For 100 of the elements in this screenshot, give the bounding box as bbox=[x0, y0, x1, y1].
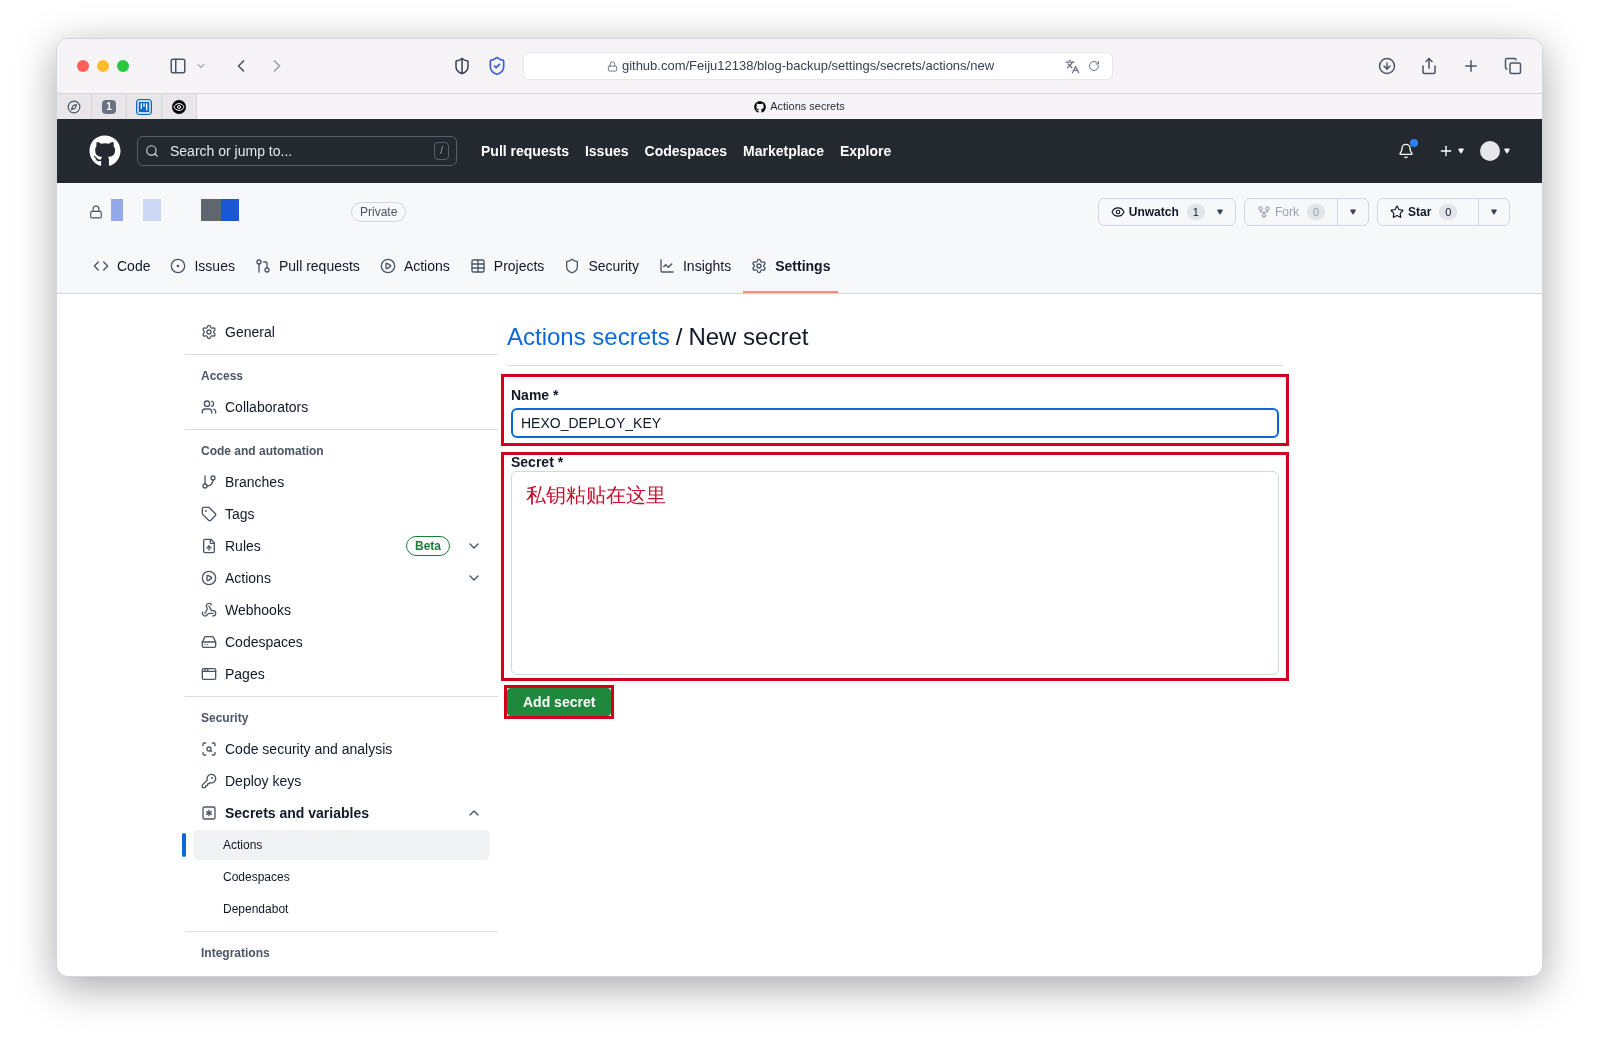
shortcut-key: / bbox=[434, 142, 449, 160]
shield-icon[interactable] bbox=[453, 57, 471, 75]
address-bar[interactable]: github.com/Feiju12138/blog-backup/settings/secrets/actions/new bbox=[523, 52, 1113, 80]
sidebar-item[interactable]: Pages bbox=[185, 658, 498, 690]
download-icon[interactable] bbox=[1378, 57, 1396, 75]
line-chart-icon bbox=[658, 258, 675, 274]
field-label: Name * bbox=[511, 386, 560, 405]
settings-icon bbox=[201, 324, 217, 340]
share-icon[interactable] bbox=[1420, 57, 1438, 75]
repo-action-button[interactable]: Star 0 bbox=[1378, 199, 1478, 225]
nav-link[interactable]: Explore bbox=[839, 140, 892, 162]
repo-action-button[interactable]: Unwatch 1 bbox=[1098, 199, 1235, 225]
drive-icon bbox=[201, 634, 217, 650]
repo-tab[interactable]: Issues bbox=[162, 241, 243, 293]
people-icon bbox=[201, 399, 217, 415]
shield-icon bbox=[564, 258, 581, 274]
caret-icon bbox=[1216, 209, 1223, 215]
file-upload-icon bbox=[201, 538, 217, 554]
github-logo-icon[interactable] bbox=[89, 135, 121, 167]
avatar-button[interactable] bbox=[1480, 141, 1510, 161]
sidebar-item[interactable]: Webhooks bbox=[185, 594, 498, 626]
pinned-tab[interactable] bbox=[127, 93, 162, 120]
repo-tab[interactable]: Actions bbox=[371, 241, 458, 293]
breadcrumb-separator: / bbox=[675, 322, 683, 352]
count-badge: 0 bbox=[1439, 203, 1458, 221]
create-button[interactable] bbox=[1438, 143, 1464, 159]
sidebar-item[interactable]: Actions bbox=[185, 562, 498, 594]
eye-icon bbox=[1110, 205, 1125, 219]
new-tab-icon[interactable] bbox=[1462, 57, 1480, 75]
sidebar-subitem[interactable]: Actions bbox=[193, 830, 490, 860]
sidebar-item[interactable]: Rules Beta bbox=[185, 530, 498, 562]
url-text: github.com/Feiju12138/blog-backup/settings/secrets/actions/new bbox=[621, 57, 995, 76]
secret-field[interactable]: 私钥粘贴在这里 bbox=[511, 471, 1279, 675]
lock-icon bbox=[89, 205, 103, 219]
caret-icon bbox=[1504, 148, 1510, 154]
star-icon bbox=[1390, 205, 1404, 219]
reload-icon[interactable] bbox=[1088, 60, 1100, 72]
add-secret-button[interactable]: Add secret bbox=[507, 688, 612, 716]
caret-icon bbox=[1350, 209, 1356, 215]
sidebar-icon[interactable] bbox=[169, 57, 187, 75]
sidebar-subitem[interactable]: Codespaces bbox=[193, 862, 490, 892]
nav-link[interactable]: Marketplace bbox=[743, 140, 824, 162]
scan-icon bbox=[201, 741, 217, 757]
breadcrumb-link[interactable]: Actions secrets bbox=[507, 319, 670, 355]
name-field[interactable]: HEXO_DEPLOY_KEY bbox=[511, 408, 1279, 438]
tab-badge: 1 bbox=[102, 99, 116, 114]
issue-icon bbox=[170, 258, 187, 274]
repo-tab[interactable]: Insights bbox=[650, 241, 740, 293]
nav-link[interactable]: Pull requests bbox=[481, 140, 569, 162]
page-title: New secret bbox=[688, 322, 809, 352]
sidebar-item[interactable]: Deploy keys bbox=[185, 765, 498, 797]
sidebar-item[interactable]: Collaborators bbox=[185, 391, 498, 423]
compass-icon bbox=[67, 99, 81, 114]
settings-icon bbox=[751, 258, 768, 274]
webhook-icon bbox=[201, 602, 217, 618]
key-icon bbox=[201, 773, 217, 789]
plus-icon bbox=[1438, 143, 1454, 159]
repo-tab[interactable]: Settings bbox=[743, 241, 839, 293]
pull-request-icon bbox=[254, 258, 271, 274]
window-icon bbox=[201, 666, 217, 682]
github-logo-icon bbox=[754, 100, 767, 113]
branch-icon bbox=[201, 474, 217, 490]
repo-tab[interactable]: Pull requests bbox=[246, 241, 368, 293]
sidebar-item[interactable]: Branches bbox=[185, 466, 498, 498]
section-heading: Security bbox=[200, 710, 250, 727]
asterisk-icon bbox=[201, 805, 217, 821]
count-badge: 1 bbox=[1186, 203, 1205, 221]
translate-icon[interactable] bbox=[1065, 58, 1080, 74]
board-icon bbox=[136, 98, 152, 115]
section-heading: Integrations bbox=[200, 945, 271, 962]
shield-check-icon[interactable] bbox=[487, 56, 507, 76]
nav-link[interactable]: Codespaces bbox=[644, 140, 727, 162]
nav-link[interactable]: Issues bbox=[584, 140, 629, 162]
tabs-overview-icon[interactable] bbox=[1504, 57, 1522, 75]
section-heading: Code and automation bbox=[200, 443, 325, 460]
sidebar-item[interactable]: General bbox=[185, 316, 498, 348]
play-icon bbox=[201, 570, 217, 586]
pinned-tab[interactable] bbox=[162, 93, 197, 120]
sidebar-subitem[interactable]: Dependabot bbox=[193, 894, 490, 924]
repo-tab[interactable]: Code bbox=[85, 241, 159, 293]
selected-indicator bbox=[182, 833, 186, 857]
pinned-tab[interactable]: 1 bbox=[92, 93, 127, 120]
repo-tab[interactable]: Security bbox=[556, 241, 647, 293]
sidebar-item[interactable]: Secrets and variables bbox=[185, 797, 498, 829]
fork-icon bbox=[1256, 205, 1271, 219]
caret-icon bbox=[1458, 148, 1464, 154]
lock-icon bbox=[606, 60, 618, 72]
eye-icon bbox=[172, 99, 186, 114]
pinned-tab[interactable] bbox=[57, 93, 92, 120]
sidebar-item[interactable]: Codespaces bbox=[185, 626, 498, 658]
sidebar-item[interactable]: Tags bbox=[185, 498, 498, 530]
caret-icon bbox=[1491, 209, 1497, 215]
table-icon bbox=[469, 258, 486, 274]
browser-tab[interactable]: Actions secrets bbox=[197, 94, 1542, 119]
count-badge: 0 bbox=[1306, 203, 1325, 221]
avatar bbox=[1480, 141, 1500, 161]
repo-tab[interactable]: Projects bbox=[461, 241, 553, 293]
code-icon bbox=[93, 258, 109, 274]
section-heading: Access bbox=[200, 368, 245, 385]
sidebar-item[interactable]: Code security and analysis bbox=[185, 733, 498, 765]
